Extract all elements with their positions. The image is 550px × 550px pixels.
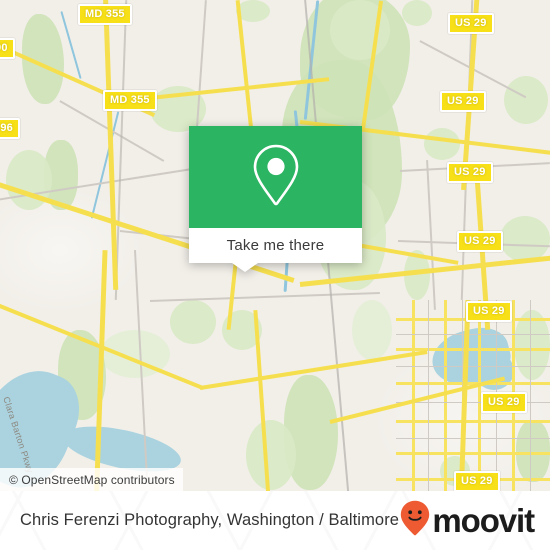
park-area: [170, 300, 216, 344]
road-shield: MD 355: [78, 4, 132, 25]
road-shield: MD 355: [103, 90, 157, 111]
city-street: [396, 334, 550, 336]
city-street: [396, 402, 550, 404]
screenshot-root: Clara Barton Pkwy 90 MD 355 896 MD 355 U…: [0, 0, 550, 550]
road-shield: US 29: [454, 471, 500, 491]
city-street: [396, 366, 550, 368]
city-street: [530, 300, 532, 491]
take-me-there-label: Take me there: [226, 237, 325, 254]
city-street: [396, 438, 550, 440]
park-area: [500, 216, 550, 262]
road-shield: US 29: [457, 231, 503, 252]
road-shield: US 29: [440, 91, 486, 112]
road-shield: 896: [0, 118, 20, 139]
map-attribution[interactable]: © OpenStreetMap contributors: [0, 468, 183, 491]
footer-bar: Chris Ferenzi Photography, Washington / …: [0, 491, 550, 550]
park-area: [402, 0, 432, 26]
city-street: [396, 452, 550, 455]
map-pin-icon: [250, 142, 302, 213]
moovit-wordmark: moovit: [432, 502, 535, 539]
road-shield: US 29: [466, 301, 512, 322]
city-street: [396, 420, 550, 423]
callout-action-bar[interactable]: Take me there: [189, 228, 362, 272]
moovit-logo[interactable]: moovit: [400, 500, 535, 541]
park-area: [504, 76, 548, 124]
park-area: [246, 420, 296, 490]
park-area: [424, 128, 460, 160]
take-me-there-callout[interactable]: Take me there: [189, 126, 362, 272]
callout-icon-panel: [189, 126, 362, 228]
park-area: [352, 300, 392, 360]
city-street: [412, 300, 415, 491]
callout-pointer-tail: [231, 263, 258, 272]
moovit-smiley-pin-icon: [400, 500, 430, 541]
map-canvas[interactable]: Clara Barton Pkwy 90 MD 355 896 MD 355 U…: [0, 0, 550, 491]
road-shield: 90: [0, 38, 15, 59]
road-shield: US 29: [481, 392, 527, 413]
road-shield: US 29: [447, 162, 493, 183]
road-shield: US 29: [448, 13, 494, 34]
place-caption: Chris Ferenzi Photography, Washington / …: [20, 511, 400, 529]
attribution-text: © OpenStreetMap contributors: [9, 472, 175, 487]
park-area: [516, 420, 550, 482]
